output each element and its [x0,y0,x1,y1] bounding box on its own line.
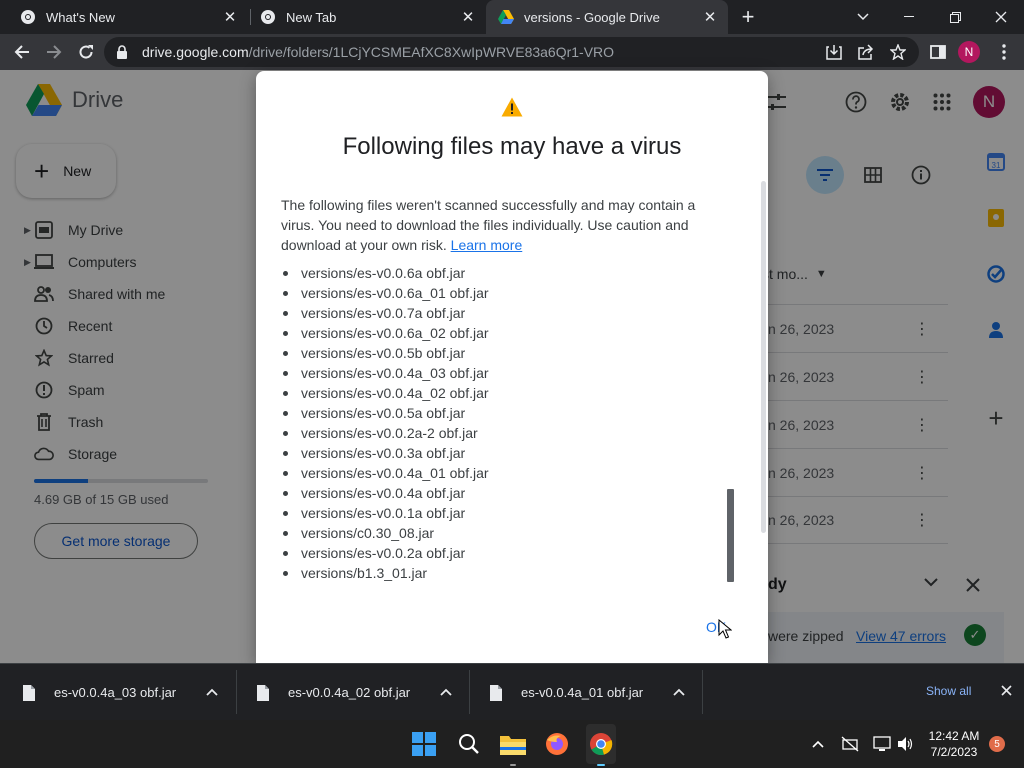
list-item: versions/es-v0.0.1a obf.jar [281,503,489,523]
tab-new-tab[interactable]: New Tab ✕ [248,0,486,34]
chevron-up-icon[interactable] [440,687,452,699]
list-item: versions/es-v0.0.6a_01 obf.jar [281,283,489,303]
system-clock[interactable]: 12:42 AM 7/2/2023 [918,728,990,760]
close-tab-icon[interactable]: ✕ [220,7,240,27]
browser-profile-avatar[interactable]: N [958,41,980,63]
clock-date: 7/2/2023 [930,745,978,759]
download-separator [236,670,237,714]
list-item: versions/es-v0.0.3a obf.jar [281,443,489,463]
list-item: versions/es-v0.0.2a obf.jar [281,543,489,563]
forward-arrow-icon[interactable] [42,40,66,64]
file-icon [490,684,502,701]
more-menu-icon[interactable] [992,40,1016,64]
download-item[interactable]: es-v0.0.4a_02 obf.jar [256,664,466,721]
tab-google-drive[interactable]: versions - Google Drive ✕ [486,0,728,34]
download-separator [469,670,470,714]
download-item[interactable]: es-v0.0.4a_03 obf.jar [22,664,232,721]
close-window-button[interactable] [978,0,1024,34]
windows-taskbar: 12:42 AM 7/2/2023 5 [0,720,1024,768]
download-item[interactable]: es-v0.0.4a_01 obf.jar [489,664,699,721]
windows-start-icon[interactable] [410,730,438,758]
tab-search-icon[interactable] [840,0,886,34]
list-item: versions/es-v0.0.4a obf.jar [281,483,489,503]
new-tab-button[interactable]: + [736,4,760,29]
chevron-up-icon[interactable] [673,687,685,699]
chrome-icon [260,9,276,25]
tab-title: New Tab [286,9,337,25]
download-shelf: es-v0.0.4a_03 obf.jar es-v0.0.4a_02 obf.… [0,663,1024,720]
tab-whats-new[interactable]: What's New ✕ [8,0,248,34]
network-disconnected-icon[interactable] [840,734,860,754]
dialog-title: Following files may have a virus [342,133,682,160]
restore-button[interactable] [932,0,978,34]
browser-toolbar: drive.google.com/drive/folders/1LCjYCSME… [0,34,1024,70]
warning-icon [501,97,523,117]
share-icon[interactable] [854,40,878,64]
chevron-up-icon[interactable] [206,687,218,699]
dialog-content: The following files weren't scanned succ… [256,183,768,583]
search-icon[interactable] [455,730,483,758]
chrome-icon [20,9,36,25]
list-item: versions/es-v0.0.5b obf.jar [281,343,489,363]
download-separator [702,670,703,714]
list-item: versions/es-v0.0.6a obf.jar [281,263,489,283]
page-scrollbar[interactable] [761,181,766,533]
file-icon [23,684,35,701]
bookmark-star-icon[interactable] [886,40,910,64]
file-explorer-icon[interactable] [499,730,527,758]
list-item: versions/es-v0.0.4a_01 obf.jar [281,463,489,483]
dialog-scrollbar-thumb[interactable] [727,489,734,582]
clock-time: 12:42 AM [928,729,980,743]
active-indicator [597,764,605,766]
close-tab-icon[interactable]: ✕ [700,7,720,27]
display-icon[interactable] [872,734,892,754]
tab-title: What's New [46,9,115,25]
tab-strip: What's New ✕ New Tab ✕ versions - Google… [0,0,1024,34]
list-item: versions/es-v0.0.2a-2 obf.jar [281,423,489,443]
chrome-icon[interactable] [587,730,615,758]
file-icon [257,684,269,701]
back-arrow-icon[interactable] [10,40,34,64]
address-bar[interactable]: drive.google.com/drive/folders/1LCjYCSME… [104,37,919,67]
list-item: versions/es-v0.0.5a obf.jar [281,403,489,423]
list-item: versions/es-v0.0.7a obf.jar [281,303,489,323]
mouse-cursor-icon [718,619,732,639]
install-app-icon[interactable] [822,40,846,64]
tab-title: versions - Google Drive [524,9,660,25]
close-shelf-icon[interactable] [998,682,1014,698]
list-item: versions/b1.3_01.jar [281,563,489,583]
download-filename: es-v0.0.4a_01 obf.jar [521,685,644,700]
download-filename: es-v0.0.4a_02 obf.jar [288,685,411,700]
reload-icon[interactable] [74,40,98,64]
list-item: versions/es-v0.0.4a_03 obf.jar [281,363,489,383]
url-host: drive.google.com [142,44,249,60]
close-tab-icon[interactable]: ✕ [458,7,478,27]
lock-icon[interactable] [116,45,132,59]
firefox-icon[interactable] [543,730,571,758]
list-item: versions/es-v0.0.6a_02 obf.jar [281,323,489,343]
list-item: versions/c0.30_08.jar [281,523,489,543]
learn-more-link[interactable]: Learn more [451,237,523,253]
notification-badge[interactable]: 5 [989,736,1005,752]
virus-warning-dialog: Following files may have a virus The fol… [256,71,768,663]
side-panel-icon[interactable] [926,40,950,64]
dialog-message: The following files weren't scanned succ… [281,195,721,255]
minimize-button[interactable] [886,0,932,34]
list-item: versions/es-v0.0.4a_02 obf.jar [281,383,489,403]
url-path: /drive/folders/1LCjYCSMEAfXC8XwIpWRVE83a… [248,44,615,60]
flagged-file-list: versions/es-v0.0.6a obf.jar versions/es-… [281,263,489,583]
running-indicator [510,764,516,766]
show-all-downloads-link[interactable]: Show all [926,684,971,698]
drive-icon [498,9,514,25]
download-filename: es-v0.0.4a_03 obf.jar [54,685,177,700]
volume-icon[interactable] [896,734,916,754]
chevron-up-icon[interactable] [808,734,828,754]
